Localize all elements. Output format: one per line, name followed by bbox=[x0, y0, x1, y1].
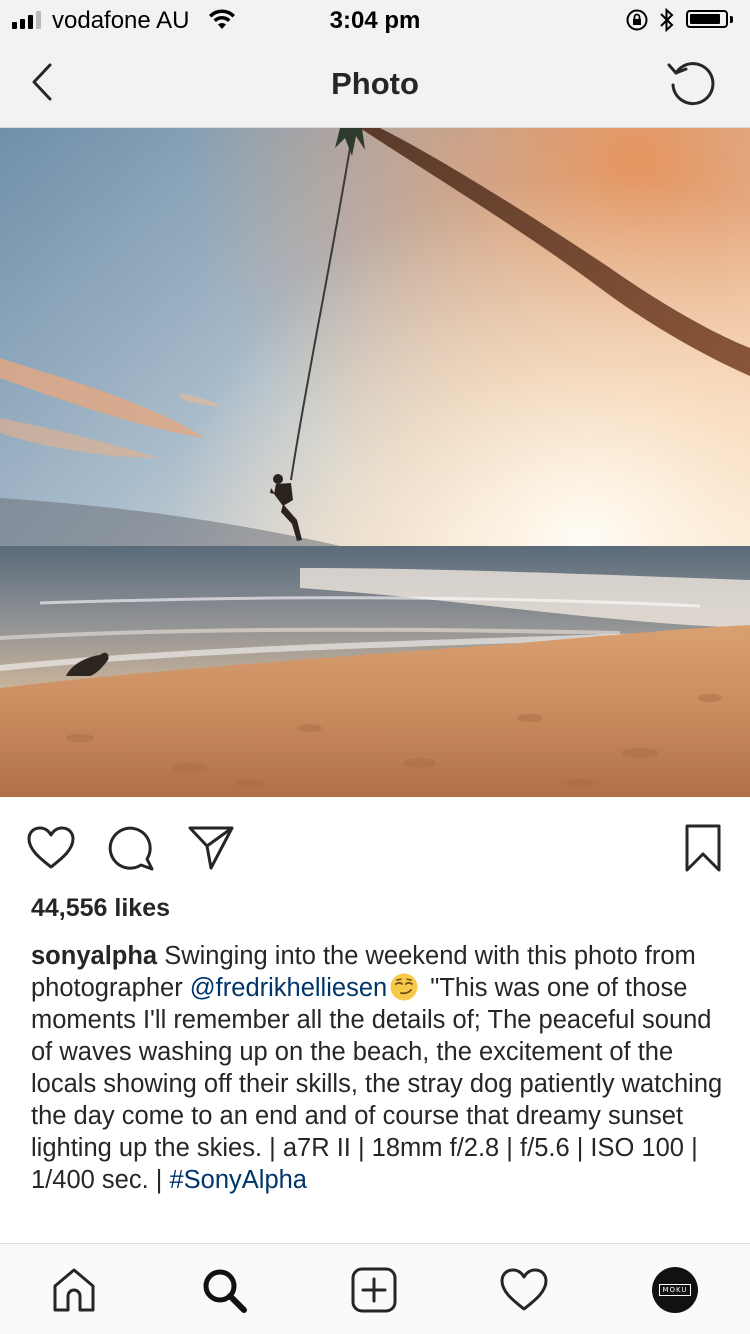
search-icon bbox=[203, 1269, 247, 1313]
navigation-bar: Photo bbox=[0, 40, 750, 128]
refresh-icon bbox=[667, 62, 715, 106]
tab-activity[interactable] bbox=[496, 1262, 552, 1318]
status-bar: vodafone AU 3:04 pm bbox=[0, 0, 750, 40]
caption-hashtag[interactable]: #SonyAlpha bbox=[169, 1166, 307, 1194]
beach-sunset-photo bbox=[0, 128, 750, 797]
save-button[interactable] bbox=[678, 823, 728, 873]
bluetooth-icon bbox=[660, 7, 674, 33]
refresh-button[interactable] bbox=[664, 58, 720, 108]
smirking-face-emoji-icon bbox=[390, 973, 418, 1001]
heart-icon bbox=[27, 826, 75, 869]
like-button[interactable] bbox=[26, 823, 76, 873]
tab-new-post[interactable] bbox=[346, 1262, 402, 1318]
orientation-lock-icon bbox=[626, 9, 648, 31]
post-caption: sonyalpha Swinging into the weekend with… bbox=[31, 940, 731, 1196]
tab-search[interactable] bbox=[196, 1262, 252, 1318]
comment-icon bbox=[108, 826, 154, 871]
tab-home[interactable] bbox=[46, 1262, 102, 1318]
activity-heart-icon bbox=[500, 1268, 548, 1311]
send-icon bbox=[188, 826, 234, 870]
add-post-icon bbox=[351, 1267, 397, 1313]
profile-avatar: MOKU bbox=[652, 1267, 698, 1313]
share-button[interactable] bbox=[186, 823, 236, 873]
comment-button[interactable] bbox=[106, 823, 156, 873]
tab-profile[interactable]: MOKU bbox=[647, 1262, 703, 1318]
avatar-logo-text: MOKU bbox=[659, 1284, 691, 1296]
like-count[interactable]: 44,556 likes bbox=[31, 894, 170, 923]
post-photo[interactable] bbox=[0, 128, 750, 797]
caption-username[interactable]: sonyalpha bbox=[31, 942, 157, 970]
caption-mention[interactable]: @fredrikhelliesen bbox=[190, 974, 387, 1002]
battery-icon bbox=[686, 10, 736, 30]
home-icon bbox=[53, 1268, 95, 1312]
post-actions bbox=[0, 815, 750, 875]
caption-text-continued: "This was one of those moments I'll reme… bbox=[31, 974, 723, 1194]
page-title: Photo bbox=[331, 66, 419, 101]
bookmark-icon bbox=[685, 824, 721, 872]
tab-bar: MOKU bbox=[0, 1243, 750, 1334]
